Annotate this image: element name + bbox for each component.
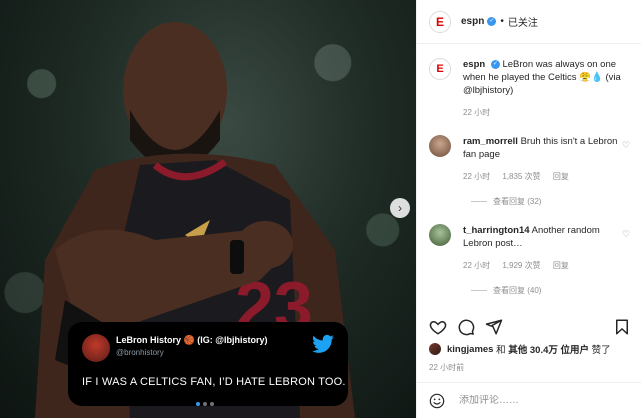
carousel-dot[interactable]: [203, 402, 207, 406]
carousel-dots: [196, 402, 214, 406]
heart-icon[interactable]: [429, 318, 447, 336]
post-actions-bar: [429, 316, 631, 338]
carousel-dot[interactable]: [196, 402, 200, 406]
reply-button[interactable]: 回复: [553, 261, 569, 270]
share-icon[interactable]: [485, 318, 503, 336]
liker-username[interactable]: kingjames: [447, 344, 493, 355]
account-name-link[interactable]: espn: [461, 16, 484, 27]
caption-username[interactable]: espn: [463, 59, 485, 70]
espn-logo-letter: E: [435, 14, 444, 29]
caption: E espn ✓ LeBron was always on one when h…: [429, 58, 631, 119]
comment-item: ram_morrell Bruh this isn't a Lebron fan…: [429, 135, 631, 208]
likes-suffix: 赞了: [589, 345, 611, 356]
add-comment-bar: [417, 382, 641, 418]
bookmark-icon[interactable]: [613, 318, 631, 336]
comment-avatar[interactable]: [429, 224, 451, 246]
follow-status-button[interactable]: 已关注: [508, 14, 538, 29]
comment-time[interactable]: 22 小时: [463, 172, 490, 181]
liker-avatar[interactable]: [429, 343, 441, 355]
comment-meta: 22 小时 1,929 次赞 回复: [463, 259, 631, 272]
tweet-author-name: LeBron History 🏀 (IG: @lbjhistory): [116, 335, 268, 345]
header-separator: •: [500, 16, 504, 27]
carousel-next-button[interactable]: ›: [390, 198, 410, 218]
caption-avatar-letter: E: [436, 62, 444, 75]
caption-avatar[interactable]: E: [429, 58, 451, 80]
tweet-card: LeBron History 🏀 (IG: @lbjhistory) @bron…: [68, 322, 348, 406]
post-media[interactable]: 23 › LeBron History 🏀 (IG: @lbjhistory) …: [0, 0, 416, 418]
tweet-author-handle: @bronhistory: [116, 348, 164, 357]
comment-item: t_harrington14 Another random Lebron pos…: [429, 224, 631, 297]
caption-meta: 22 小时: [463, 106, 631, 119]
comments-list: E espn ✓ LeBron was always on one when h…: [429, 58, 631, 297]
caption-text: LeBron was always on one when he played …: [463, 59, 621, 96]
chevron-right-icon: ›: [398, 201, 402, 215]
comment-likes[interactable]: 1,835 次赞: [502, 172, 540, 181]
twitter-bird-icon: [312, 334, 334, 353]
likes-others-link[interactable]: 其他 30.4万 位用户: [508, 342, 589, 356]
verified-badge-icon: ✓: [490, 59, 500, 69]
post-header: E espn ✓ • 已关注: [417, 0, 641, 44]
emoji-icon[interactable]: [429, 393, 445, 409]
caption-time[interactable]: 22 小时: [463, 108, 490, 117]
heart-outline-icon[interactable]: ♡: [622, 141, 631, 150]
comment-username[interactable]: t_harrington14: [463, 225, 530, 236]
espn-avatar[interactable]: E: [429, 10, 451, 33]
likes-and: 和: [493, 345, 509, 356]
tweet-avatar: [82, 334, 110, 362]
comment-username[interactable]: ram_morrell: [463, 136, 518, 147]
post-time[interactable]: 22 小时前: [429, 362, 464, 373]
reply-button[interactable]: 回复: [553, 172, 569, 181]
post-side-panel: E espn ✓ • 已关注 E espn ✓ LeBron was alway…: [416, 0, 641, 418]
view-replies-button[interactable]: 查看回复 (32): [471, 195, 631, 208]
likes-summary: kingjames 和 其他 30.4万 位用户 赞了: [429, 342, 611, 356]
verified-badge-icon: ✓: [487, 17, 497, 26]
comment-time[interactable]: 22 小时: [463, 261, 490, 270]
comment-icon[interactable]: [457, 318, 475, 336]
heart-outline-icon[interactable]: ♡: [622, 230, 631, 239]
carousel-dot[interactable]: [210, 402, 214, 406]
tweet-text: IF I WAS A CELTICS FAN, I’D HATE LEBRON …: [82, 376, 346, 388]
comment-avatar[interactable]: [429, 135, 451, 157]
view-replies-button[interactable]: 查看回复 (40): [471, 284, 631, 297]
comment-likes[interactable]: 1,929 次赞: [502, 261, 540, 270]
comment-input[interactable]: [459, 395, 629, 406]
comment-meta: 22 小时 1,835 次赞 回复: [463, 170, 631, 183]
